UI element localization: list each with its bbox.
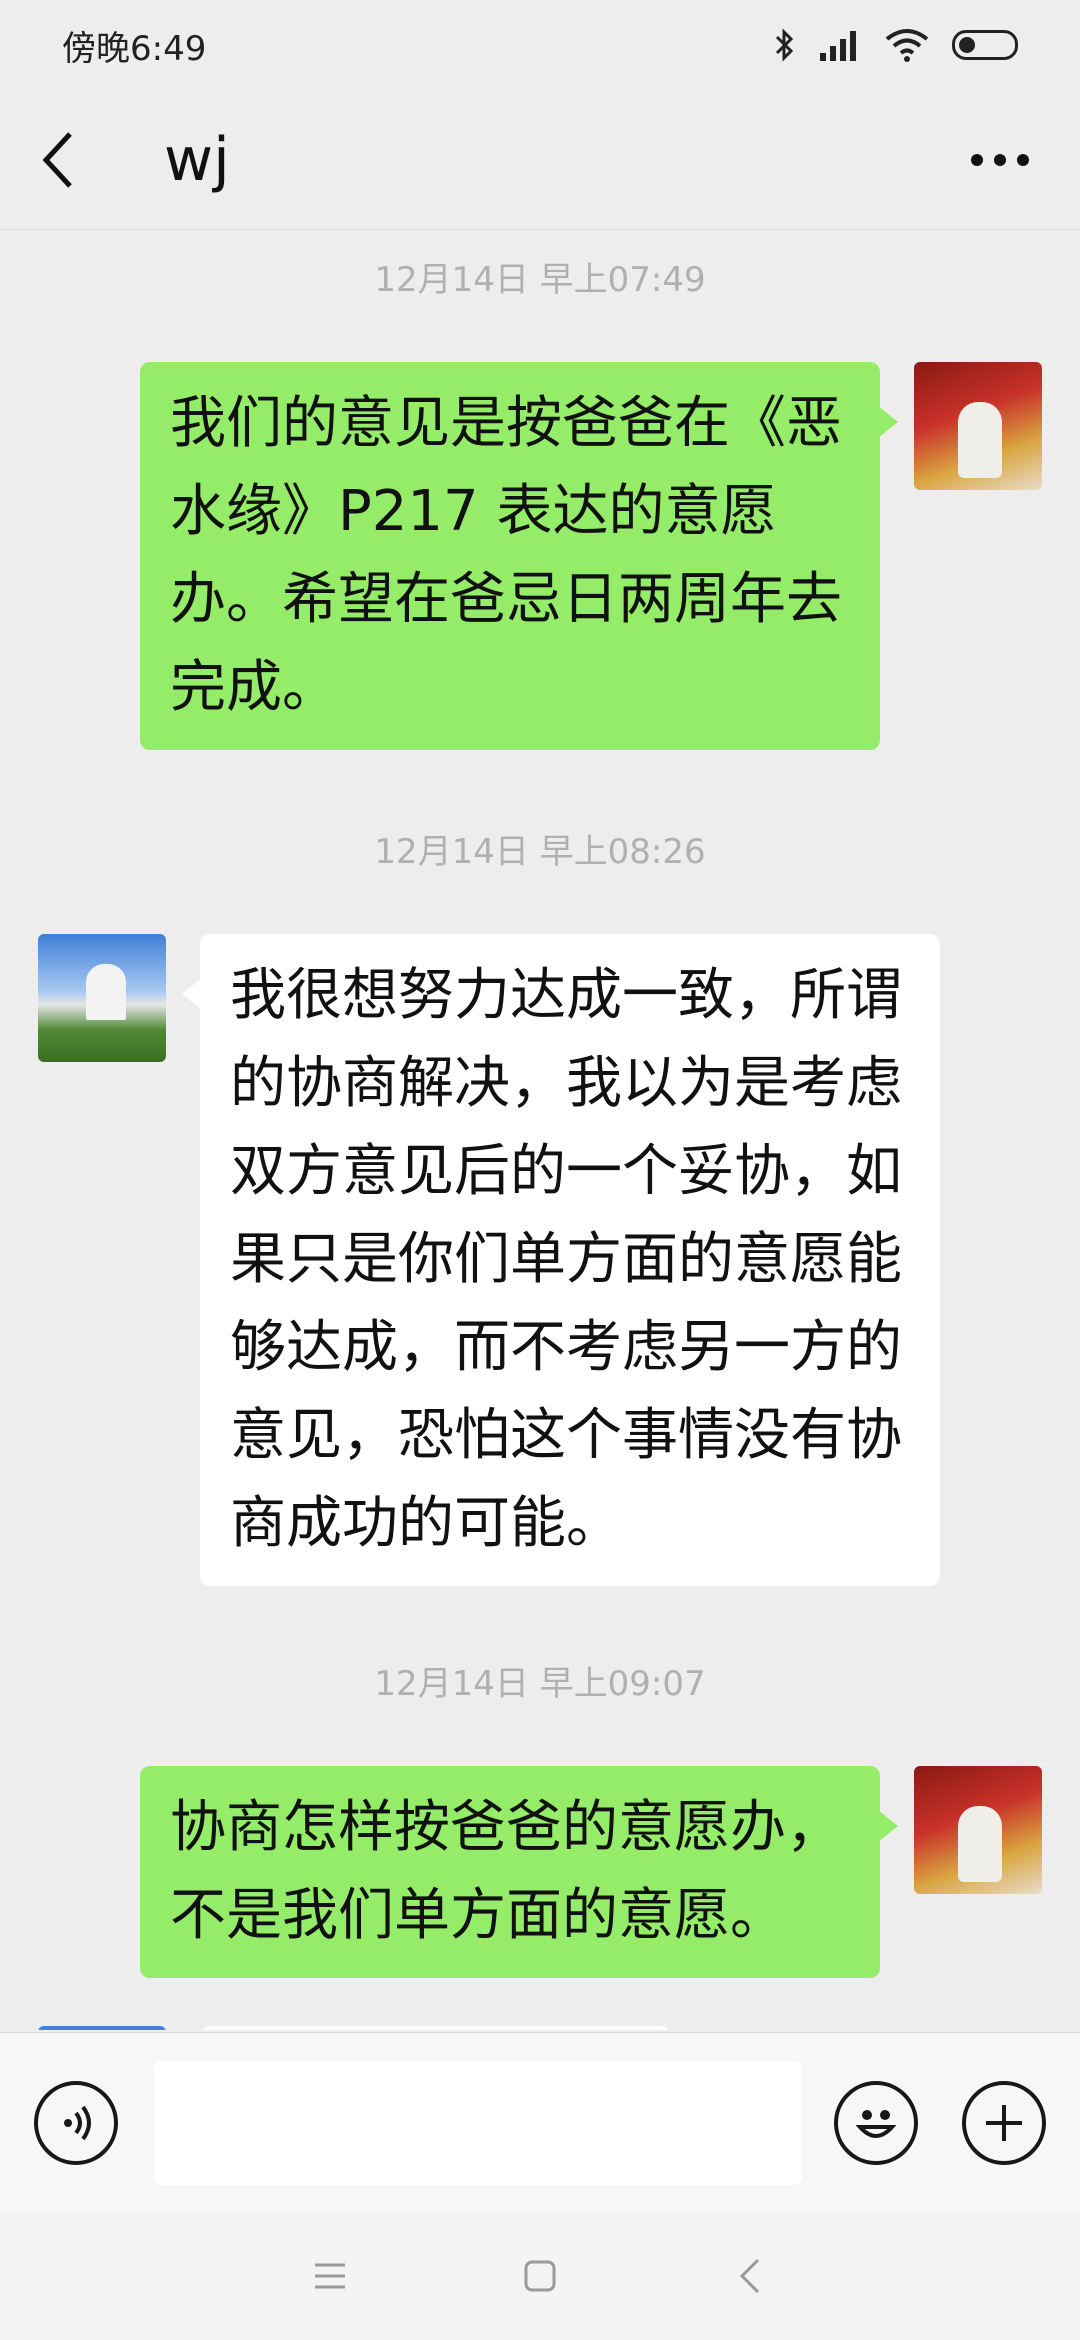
home-icon	[524, 2260, 556, 2292]
input-bar	[0, 2032, 1080, 2212]
chat-title: wj	[164, 124, 230, 195]
voice-button[interactable]	[34, 2081, 118, 2165]
message-bubble-contact[interactable]: 我很想努力达成一致，所谓的协商解决，我以为是考虑双方意见后的一个妥协，如果只是你…	[182, 934, 940, 1586]
home-button[interactable]	[510, 2246, 570, 2306]
message-bubble-self[interactable]: 协商怎样按爸爸的意愿办，不是我们单方面的意愿。	[140, 1766, 898, 1978]
bluetooth-icon	[775, 28, 794, 62]
status-bar: 傍晚6:49	[0, 0, 1080, 90]
status-time: 傍晚6:49	[62, 28, 207, 69]
wifi-icon	[885, 29, 929, 62]
voice-icon	[64, 2105, 91, 2141]
message-bubble-self[interactable]: 我们的意见是按爸爸在《恶水缘》P217 表达的意愿办。希望在爸忌日两周年去完成。	[140, 362, 898, 750]
status-icons	[774, 27, 1018, 63]
plus-button[interactable]	[962, 2081, 1046, 2165]
battery-icon	[952, 30, 1018, 60]
menu-icon	[315, 2263, 345, 2289]
back-icon	[739, 2258, 760, 2294]
more-button[interactable]	[960, 120, 1040, 200]
emoji-button[interactable]	[834, 2081, 918, 2165]
message-timestamp: 12月14日 早上07:49	[374, 260, 706, 300]
emoji-icon	[855, 2110, 897, 2138]
system-back-button[interactable]	[720, 2246, 780, 2306]
recent-apps-button[interactable]	[300, 2246, 360, 2306]
avatar-contact[interactable]	[38, 934, 166, 1062]
message-bubble-contact-partial[interactable]	[200, 2026, 670, 2030]
plus-icon	[986, 2105, 1022, 2141]
avatar-self[interactable]	[914, 1766, 1042, 1894]
avatar-self[interactable]	[914, 362, 1042, 490]
message-list[interactable]: 12月14日 早上07:49 我们的意见是按爸爸在《恶水缘》P217 表达的意愿…	[0, 230, 1080, 2030]
signal-icon	[820, 31, 856, 61]
chevron-left-icon	[42, 131, 72, 188]
message-input[interactable]	[154, 2061, 802, 2185]
more-dots-icon	[971, 153, 1029, 166]
system-nav-bar	[0, 2212, 1080, 2340]
chat-header: wj	[0, 90, 1080, 230]
back-button[interactable]	[40, 120, 102, 200]
message-timestamp: 12月14日 早上08:26	[374, 832, 706, 872]
avatar-contact[interactable]	[38, 2026, 166, 2030]
message-timestamp: 12月14日 早上09:07	[374, 1664, 706, 1704]
